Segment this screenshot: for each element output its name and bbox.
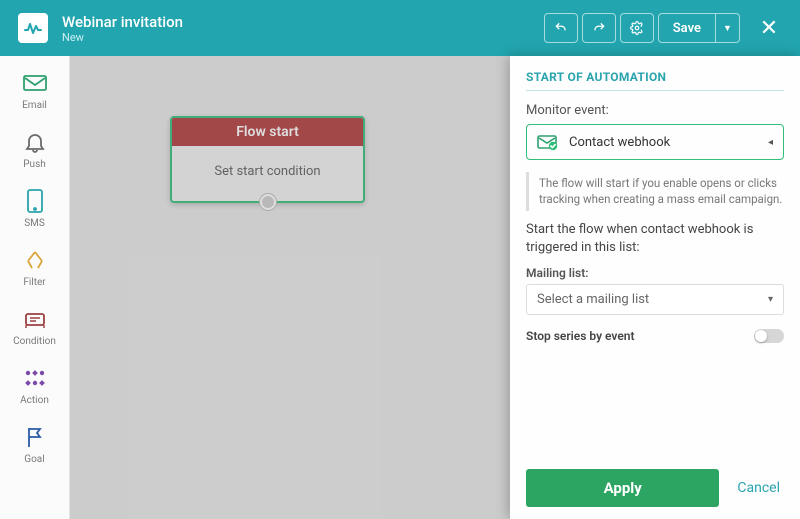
sidebar-item-filter[interactable]: Filter [0, 237, 69, 296]
sidebar-item-action[interactable]: Action [0, 355, 69, 414]
chevron-down-icon: ▼ [723, 23, 732, 34]
flow-start-description: Start the flow when contact webhook is t… [526, 221, 784, 256]
sidebar-item-label: Push [23, 159, 46, 170]
stop-series-toggle[interactable] [754, 329, 784, 343]
cancel-button[interactable]: Cancel [733, 480, 784, 496]
header-titles: Webinar invitation New [62, 13, 183, 44]
stop-series-label: Stop series by event [526, 329, 635, 343]
condition-icon [20, 306, 50, 332]
monitor-event-select[interactable]: Contact webhook ◂ [526, 124, 784, 160]
push-icon [20, 129, 50, 155]
webhook-icon [537, 133, 559, 151]
apply-button[interactable]: Apply [526, 469, 719, 507]
close-button[interactable]: ✕ [756, 16, 782, 41]
sidebar-item-label: Filter [23, 277, 45, 288]
undo-button[interactable] [544, 13, 578, 43]
sidebar-item-condition[interactable]: Condition [0, 296, 69, 355]
gear-icon [630, 21, 644, 35]
tracking-hint: The flow will start if you enable opens … [526, 172, 784, 211]
app-header: Webinar invitation New Save ▼ ✕ [0, 0, 800, 56]
sidebar-item-email[interactable]: Email [0, 60, 69, 119]
redo-icon [592, 21, 606, 35]
page-subtitle: New [62, 31, 183, 44]
sidebar-item-label: Condition [13, 336, 56, 347]
settings-button[interactable] [620, 13, 654, 43]
chevron-down-icon: ▾ [768, 294, 773, 305]
sidebar-item-label: SMS [24, 218, 45, 229]
app-logo [18, 13, 48, 43]
sidebar-item-label: Email [22, 100, 47, 111]
redo-button[interactable] [582, 13, 616, 43]
sidebar-item-push[interactable]: Push [0, 119, 69, 178]
stop-series-row: Stop series by event [526, 329, 784, 343]
tool-sidebar: Email Push SMS Filter Condition [0, 56, 70, 519]
sidebar-item-label: Action [20, 395, 49, 406]
sms-icon [20, 188, 50, 214]
email-icon [20, 70, 50, 96]
undo-icon [554, 21, 568, 35]
panel-title: START OF AUTOMATION [526, 70, 784, 91]
panel-footer: Apply Cancel [526, 469, 784, 507]
page-title: Webinar invitation [62, 13, 183, 31]
monitor-event-value: Contact webhook [569, 135, 670, 150]
mailing-list-placeholder: Select a mailing list [537, 292, 649, 307]
sidebar-item-goal[interactable]: Goal [0, 414, 69, 473]
mailing-list-select[interactable]: Select a mailing list ▾ [526, 284, 784, 315]
monitor-event-label: Monitor event: [526, 103, 784, 118]
goal-icon [20, 424, 50, 450]
close-icon: ✕ [760, 16, 778, 41]
save-dropdown-button[interactable]: ▼ [716, 13, 740, 43]
sidebar-item-label: Goal [24, 454, 44, 465]
action-icon [20, 365, 50, 391]
filter-icon [20, 247, 50, 273]
chevron-left-icon: ◂ [768, 137, 773, 148]
start-automation-panel: START OF AUTOMATION Monitor event: Conta… [510, 56, 800, 519]
sidebar-item-sms[interactable]: SMS [0, 178, 69, 237]
mailing-list-label: Mailing list: [526, 266, 784, 280]
save-button[interactable]: Save [658, 13, 716, 43]
